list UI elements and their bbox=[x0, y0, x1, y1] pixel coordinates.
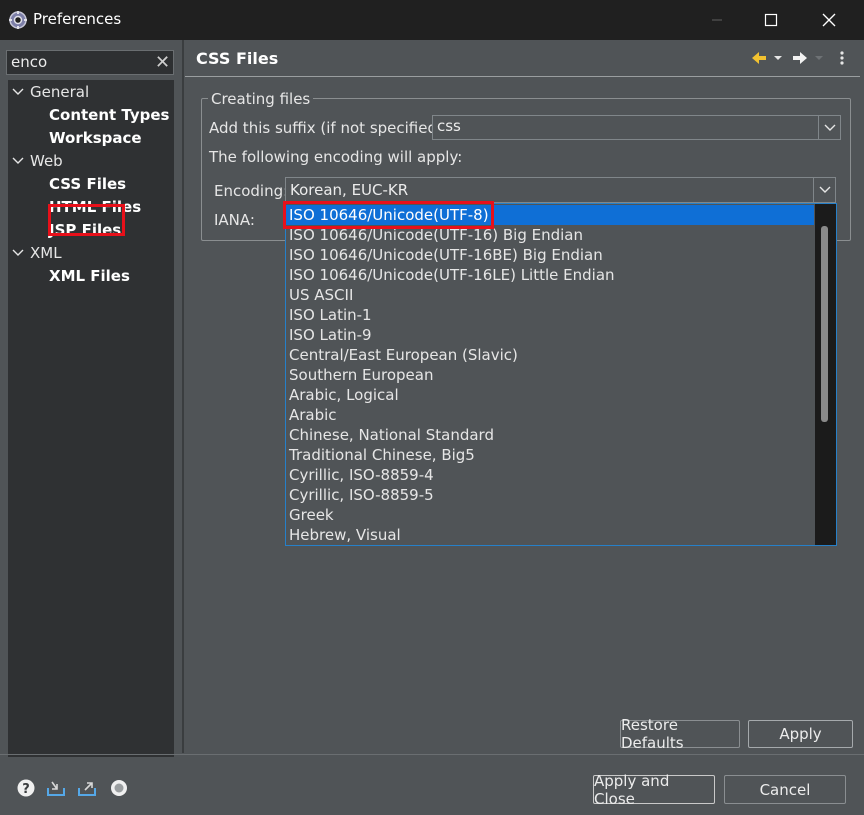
tree-item-general[interactable]: General bbox=[12, 81, 89, 103]
tree-item-label: XML Files bbox=[49, 267, 130, 285]
encoding-option[interactable]: ISO 10646/Unicode(UTF-16LE) Little Endia… bbox=[286, 265, 814, 285]
view-menu-icon[interactable] bbox=[837, 48, 847, 68]
annotation-highlight-box bbox=[48, 204, 125, 236]
tree-item-content-types[interactable]: Content Types bbox=[49, 104, 169, 126]
suffix-value: css bbox=[437, 117, 461, 135]
encoding-option[interactable]: Hebrew, Visual bbox=[286, 525, 814, 545]
encoding-option[interactable]: Arabic bbox=[286, 405, 814, 425]
preference-tree: General Content Types Workspace Web CSS File… bbox=[8, 80, 174, 757]
chevron-down-icon[interactable] bbox=[12, 242, 26, 264]
tree-item-label: Web bbox=[30, 152, 63, 170]
title-separator bbox=[185, 76, 860, 77]
tree-item-label: XML bbox=[30, 244, 62, 262]
forward-menu-chevron-icon[interactable] bbox=[813, 48, 825, 68]
back-arrow-icon[interactable] bbox=[750, 48, 768, 68]
iana-label: IANA: bbox=[214, 211, 255, 229]
close-icon bbox=[822, 13, 836, 27]
encoding-option[interactable]: ISO 10646/Unicode(UTF-16BE) Big Endian bbox=[286, 245, 814, 265]
encoding-option[interactable]: Traditional Chinese, Big5 bbox=[286, 445, 814, 465]
window-title: Preferences bbox=[33, 10, 122, 28]
encoding-option[interactable]: Arabic, Logical bbox=[286, 385, 814, 405]
left-pane: enco ✕ General Content Types Workspace Web C… bbox=[3, 44, 181, 757]
svg-text:?: ? bbox=[22, 782, 30, 797]
pane-splitter[interactable] bbox=[182, 40, 184, 753]
restore-defaults-button[interactable]: Restore Defaults bbox=[620, 716, 740, 752]
filter-input[interactable]: enco ✕ bbox=[6, 50, 174, 75]
import-icon[interactable] bbox=[46, 778, 66, 798]
bottom-separator bbox=[0, 754, 864, 755]
chevron-down-icon[interactable] bbox=[813, 178, 835, 202]
encoding-note: The following encoding will apply: bbox=[209, 148, 463, 166]
apply-button[interactable]: Apply bbox=[748, 720, 853, 748]
encoding-option[interactable]: ISO Latin-9 bbox=[286, 325, 814, 345]
maximize-button[interactable] bbox=[742, 0, 800, 40]
encoding-option[interactable]: ISO Latin-1 bbox=[286, 305, 814, 325]
encoding-option[interactable]: Greek bbox=[286, 505, 814, 525]
apply-and-close-button[interactable]: Apply and Close bbox=[593, 772, 715, 808]
help-icon[interactable]: ? bbox=[16, 778, 36, 798]
tree-item-label: Workspace bbox=[49, 129, 142, 147]
annotation-highlight-box bbox=[283, 201, 494, 229]
scrollbar-thumb[interactable] bbox=[821, 226, 828, 422]
filter-value: enco bbox=[11, 53, 48, 71]
chevron-down-icon[interactable] bbox=[12, 150, 26, 172]
tree-item-workspace[interactable]: Workspace bbox=[49, 127, 142, 149]
maximize-icon bbox=[764, 13, 778, 27]
tree-item-label: Content Types bbox=[49, 106, 170, 124]
encoding-dropdown-list[interactable]: ISO 10646/Unicode(UTF-8) ISO 10646/Unicod… bbox=[285, 203, 837, 546]
minimize-button[interactable] bbox=[688, 0, 746, 40]
encoding-option[interactable]: Southern European bbox=[286, 365, 814, 385]
tree-item-xml-files[interactable]: XML Files bbox=[49, 265, 130, 287]
back-menu-chevron-icon[interactable] bbox=[772, 48, 784, 68]
group-label: Creating files bbox=[208, 90, 314, 108]
encoding-value: Korean, EUC-KR bbox=[290, 181, 409, 199]
encoding-combo[interactable]: Korean, EUC-KR bbox=[285, 177, 836, 203]
encoding-option[interactable]: Chinese, National Standard bbox=[286, 425, 814, 445]
tree-item-label: CSS Files bbox=[49, 175, 127, 193]
suffix-combo[interactable]: css bbox=[432, 115, 841, 140]
title-bar: Preferences bbox=[0, 0, 864, 40]
minimize-icon bbox=[712, 19, 722, 21]
encoding-option[interactable]: Cyrillic, ISO-8859-4 bbox=[286, 465, 814, 485]
encoding-label: Encoding: bbox=[214, 182, 289, 200]
clear-icon[interactable]: ✕ bbox=[155, 51, 170, 75]
record-icon[interactable] bbox=[109, 778, 129, 798]
encoding-option[interactable]: Central/East European (Slavic) bbox=[286, 345, 814, 365]
page-title: CSS Files bbox=[196, 49, 279, 68]
encoding-option[interactable]: US ASCII bbox=[286, 285, 814, 305]
encoding-option[interactable]: Cyrillic, ISO-8859-5 bbox=[286, 485, 814, 505]
suffix-label: Add this suffix (if not specified): bbox=[209, 119, 448, 137]
dialog-body: enco ✕ General Content Types Workspace Web C… bbox=[0, 40, 864, 815]
tree-item-web[interactable]: Web bbox=[12, 150, 63, 172]
close-button[interactable] bbox=[800, 0, 858, 40]
tree-item-label: General bbox=[30, 83, 90, 101]
chevron-down-icon[interactable] bbox=[818, 116, 840, 139]
gear-icon bbox=[9, 11, 27, 29]
chevron-down-icon[interactable] bbox=[12, 81, 26, 103]
dropdown-scrollbar[interactable] bbox=[815, 204, 836, 545]
export-icon[interactable] bbox=[77, 778, 97, 798]
tree-item-xml[interactable]: XML bbox=[12, 242, 62, 264]
cancel-button[interactable]: Cancel bbox=[724, 775, 846, 804]
forward-arrow-icon[interactable] bbox=[791, 48, 809, 68]
tree-item-css-files[interactable]: CSS Files bbox=[49, 173, 126, 195]
